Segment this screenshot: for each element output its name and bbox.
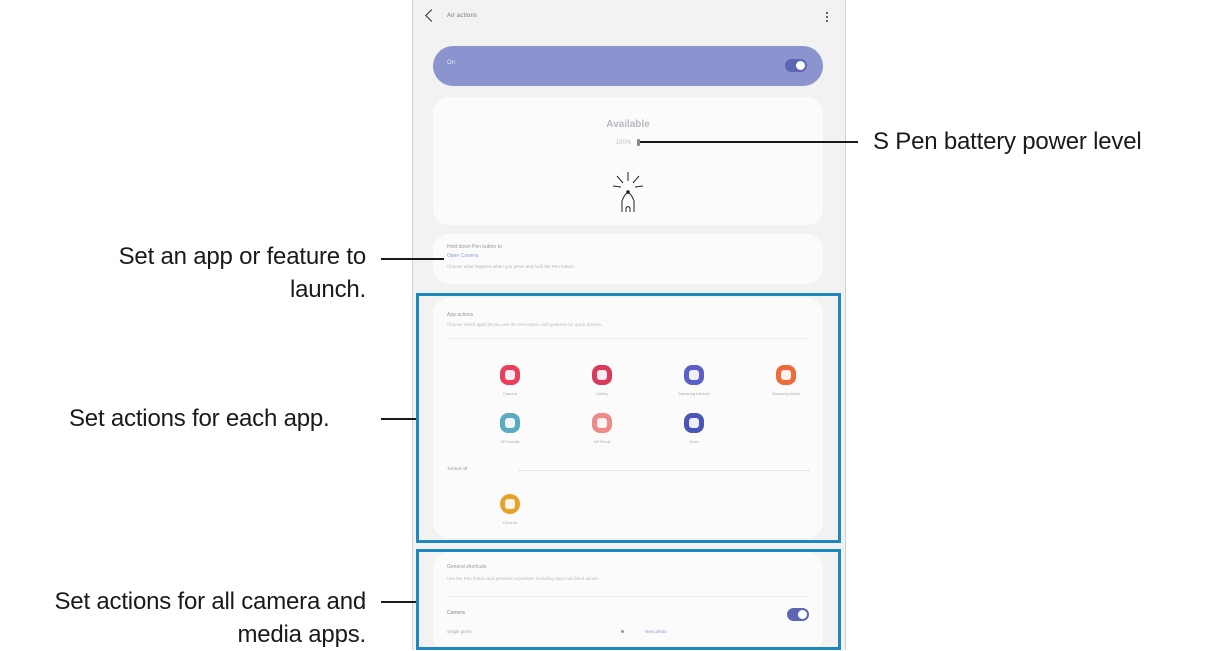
callout-launch-line2: launch. bbox=[290, 276, 366, 303]
battery-text: 100% bbox=[615, 140, 632, 147]
launch-title: Hold down Pen button to bbox=[447, 244, 502, 250]
launch-value[interactable]: Open Camera bbox=[447, 253, 478, 259]
page-title: Air actions bbox=[447, 13, 478, 19]
master-switch-bar[interactable]: On bbox=[433, 46, 823, 86]
s-pen-icon bbox=[612, 172, 644, 212]
callout-each-app: Set actions for each app. bbox=[69, 405, 330, 432]
callout-launch-line1: Set an app or feature to bbox=[118, 243, 367, 270]
launch-shortcut-card[interactable]: Hold down Pen button to Open Camera Choo… bbox=[433, 234, 823, 284]
each-app-leader-line bbox=[381, 418, 416, 420]
battery-leader-line bbox=[640, 141, 858, 143]
launch-leader-line bbox=[381, 258, 444, 260]
general-shortcuts-highlight bbox=[416, 549, 841, 650]
app-actions-highlight bbox=[416, 293, 841, 543]
callout-media: Set actions for all camera and media app… bbox=[0, 585, 367, 651]
callout-media-line2: media apps. bbox=[237, 621, 366, 648]
master-switch-label: On bbox=[447, 60, 456, 66]
media-leader-line bbox=[381, 601, 416, 603]
master-toggle[interactable] bbox=[785, 59, 807, 72]
more-options-icon[interactable] bbox=[826, 12, 829, 23]
callout-battery: S Pen battery power level bbox=[873, 128, 1142, 155]
status-card: Available 100% bbox=[433, 97, 823, 225]
pen-status: Available bbox=[606, 119, 650, 130]
top-bar: Air actions bbox=[413, 6, 845, 34]
back-icon[interactable] bbox=[425, 9, 438, 22]
callout-launch: Set an app or feature to launch. bbox=[40, 240, 367, 306]
callout-media-line1: Set actions for all camera and bbox=[54, 588, 367, 615]
launch-desc: Choose what happens when you press and h… bbox=[447, 264, 575, 269]
